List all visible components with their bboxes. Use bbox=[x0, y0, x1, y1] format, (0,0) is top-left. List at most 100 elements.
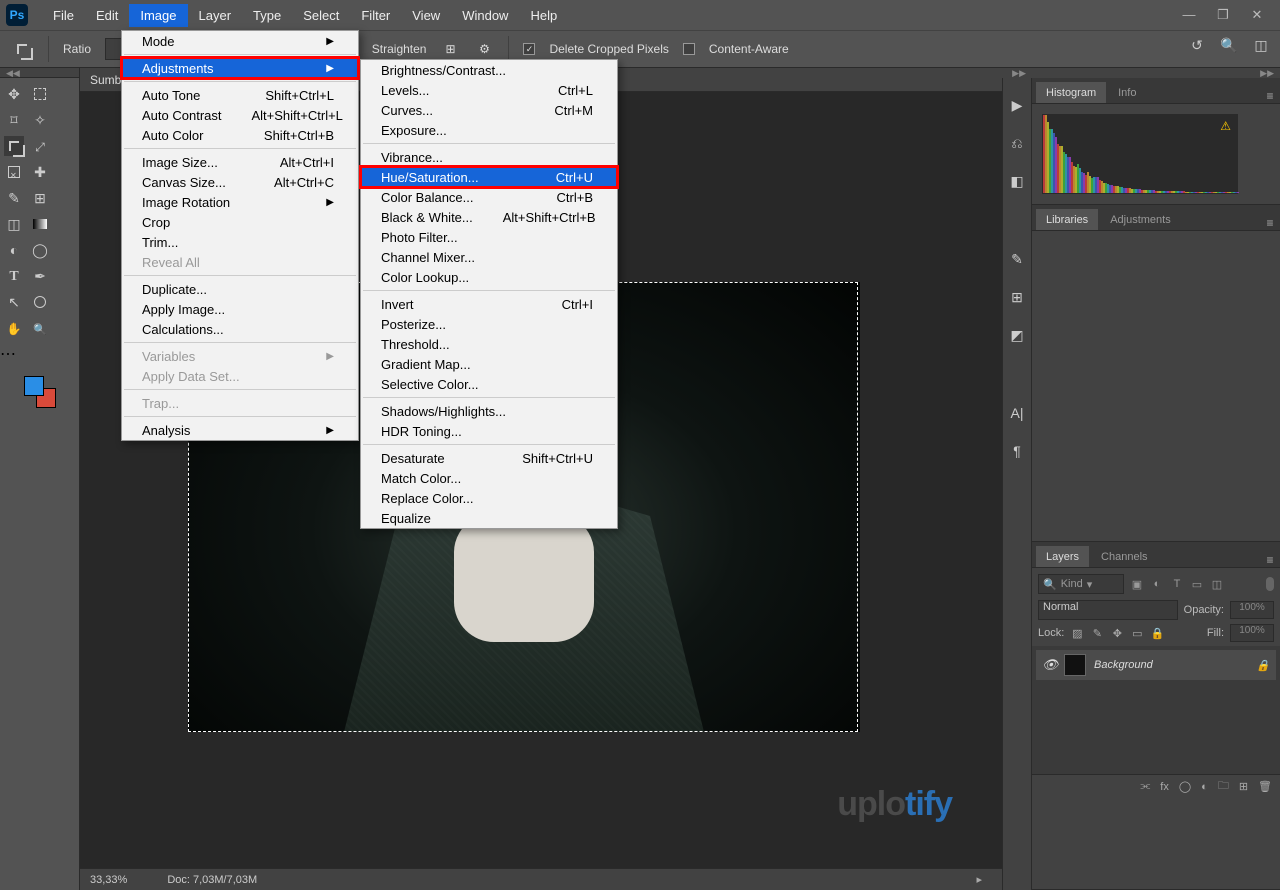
paragraph-panel-icon[interactable]: ¶ bbox=[1008, 442, 1026, 460]
menu-help[interactable]: Help bbox=[519, 4, 568, 27]
image-menu-item-image-size[interactable]: Image Size...Alt+Ctrl+I bbox=[122, 152, 358, 172]
brush-tool[interactable] bbox=[4, 188, 24, 208]
foreground-color-swatch[interactable] bbox=[24, 376, 44, 396]
zoom-tool[interactable] bbox=[30, 318, 50, 338]
pen-tool[interactable] bbox=[30, 266, 50, 286]
hand-tool[interactable] bbox=[4, 318, 24, 338]
character-panel-icon[interactable]: A| bbox=[1008, 404, 1026, 422]
adjust-menu-item-desaturate[interactable]: DesaturateShift+Ctrl+U bbox=[361, 448, 617, 468]
filter-type-icon[interactable]: T bbox=[1170, 577, 1184, 591]
adjustment-layer-icon[interactable]: ◐ bbox=[1201, 781, 1208, 793]
panels-collapse[interactable]: ▶▶ bbox=[1032, 68, 1280, 78]
adjust-menu-item-hue-saturation[interactable]: Hue/Saturation...Ctrl+U bbox=[361, 167, 617, 187]
tab-adjustments[interactable]: Adjustments bbox=[1100, 209, 1181, 230]
filter-toggle[interactable] bbox=[1266, 577, 1274, 591]
lock-all-icon[interactable]: 🔒 bbox=[1150, 626, 1164, 640]
adjust-menu-item-vibrance[interactable]: Vibrance... bbox=[361, 147, 617, 167]
clone-tool[interactable] bbox=[30, 188, 50, 208]
menu-view[interactable]: View bbox=[401, 4, 451, 27]
edit-toolbar[interactable]: ⋯ bbox=[0, 344, 79, 364]
adjust-menu-item-photo-filter[interactable]: Photo Filter... bbox=[361, 227, 617, 247]
tab-layers[interactable]: Layers bbox=[1036, 546, 1089, 567]
workspace-switcher-icon[interactable]: ◫ bbox=[1252, 36, 1270, 54]
minimize-button[interactable]: — bbox=[1182, 7, 1196, 23]
adjust-menu-item-gradient-map[interactable]: Gradient Map... bbox=[361, 354, 617, 374]
blend-mode-select[interactable]: Normal bbox=[1038, 600, 1178, 620]
panel-menu-icon[interactable]: ≡ bbox=[1260, 89, 1280, 103]
image-menu-item-auto-contrast[interactable]: Auto ContrastAlt+Shift+Ctrl+L bbox=[122, 105, 358, 125]
lock-transparency-icon[interactable]: ▨ bbox=[1070, 626, 1084, 640]
image-menu-item-auto-tone[interactable]: Auto ToneShift+Ctrl+L bbox=[122, 85, 358, 105]
adjust-menu-item-channel-mixer[interactable]: Channel Mixer... bbox=[361, 247, 617, 267]
menu-type[interactable]: Type bbox=[242, 4, 292, 27]
delete-cropped-checkbox[interactable]: ✓ bbox=[523, 43, 535, 55]
toolbox-collapse[interactable]: ◀◀ bbox=[0, 68, 79, 78]
layer-fx-icon[interactable]: fx bbox=[1160, 781, 1169, 793]
close-button[interactable]: ✕ bbox=[1250, 7, 1264, 23]
image-menu-item-crop[interactable]: Crop bbox=[122, 212, 358, 232]
properties-panel-icon[interactable]: ◧ bbox=[1008, 172, 1026, 190]
tab-info[interactable]: Info bbox=[1108, 82, 1146, 103]
image-menu-item-adjustments[interactable]: Adjustments▶ bbox=[122, 58, 358, 78]
layer-thumbnail[interactable] bbox=[1064, 654, 1086, 676]
layer-filter-kind[interactable]: 🔍 Kind ▾ bbox=[1038, 574, 1124, 594]
layer-row[interactable]: 👁 Background 🔒 bbox=[1036, 650, 1276, 680]
gradient-tool[interactable] bbox=[30, 214, 50, 234]
visibility-icon[interactable]: 👁 bbox=[1042, 657, 1056, 673]
menu-file[interactable]: File bbox=[42, 4, 85, 27]
image-menu-item-calculations[interactable]: Calculations... bbox=[122, 319, 358, 339]
type-tool[interactable] bbox=[4, 266, 24, 286]
eyedropper-tool[interactable] bbox=[30, 136, 50, 156]
adjust-menu-item-posterize[interactable]: Posterize... bbox=[361, 314, 617, 334]
adjust-menu-item-match-color[interactable]: Match Color... bbox=[361, 468, 617, 488]
tab-channels[interactable]: Channels bbox=[1091, 546, 1157, 567]
delete-layer-icon[interactable]: 🗑 bbox=[1258, 780, 1272, 793]
layer-name[interactable]: Background bbox=[1094, 659, 1153, 671]
link-layers-icon[interactable]: ⫘ bbox=[1140, 780, 1150, 793]
opacity-value[interactable]: 100% bbox=[1230, 601, 1274, 619]
move-tool[interactable] bbox=[4, 84, 24, 104]
eraser-tool[interactable] bbox=[4, 214, 24, 234]
adjust-menu-item-selective-color[interactable]: Selective Color... bbox=[361, 374, 617, 394]
current-tool-icon[interactable] bbox=[10, 37, 34, 61]
filter-pixel-icon[interactable]: ▣ bbox=[1130, 577, 1144, 591]
menu-image[interactable]: Image bbox=[129, 4, 187, 27]
adjust-menu-item-brightness-contrast[interactable]: Brightness/Contrast... bbox=[361, 60, 617, 80]
adjust-menu-item-exposure[interactable]: Exposure... bbox=[361, 120, 617, 140]
reset-view-icon[interactable]: ↺ bbox=[1188, 36, 1206, 54]
filter-adjust-icon[interactable]: ◐ bbox=[1150, 577, 1164, 591]
adjust-menu-item-color-lookup[interactable]: Color Lookup... bbox=[361, 267, 617, 287]
image-menu-item-apply-image[interactable]: Apply Image... bbox=[122, 299, 358, 319]
adjust-menu-item-levels[interactable]: Levels...Ctrl+L bbox=[361, 80, 617, 100]
actions-panel-icon[interactable]: ▶ bbox=[1008, 96, 1026, 114]
history-panel-icon[interactable]: ⎌ bbox=[1008, 134, 1026, 152]
adjust-menu-item-curves[interactable]: Curves...Ctrl+M bbox=[361, 100, 617, 120]
crop-settings-icon[interactable]: ⚙ bbox=[474, 39, 494, 59]
menu-filter[interactable]: Filter bbox=[350, 4, 401, 27]
filter-shape-icon[interactable]: ▭ bbox=[1190, 577, 1204, 591]
tab-histogram[interactable]: Histogram bbox=[1036, 82, 1106, 103]
panel-menu-icon[interactable]: ≡ bbox=[1260, 553, 1280, 567]
layer-mask-icon[interactable]: ◯ bbox=[1179, 780, 1191, 793]
adjust-menu-item-shadows-highlights[interactable]: Shadows/Highlights... bbox=[361, 401, 617, 421]
marquee-tool[interactable] bbox=[30, 84, 50, 104]
lasso-tool[interactable] bbox=[4, 110, 24, 130]
frame-tool[interactable] bbox=[4, 162, 24, 182]
quick-select-tool[interactable] bbox=[30, 110, 50, 130]
adjust-menu-item-equalize[interactable]: Equalize bbox=[361, 508, 617, 528]
menu-layer[interactable]: Layer bbox=[188, 4, 243, 27]
fill-value[interactable]: 100% bbox=[1230, 624, 1274, 642]
overlay-grid-icon[interactable]: ⊞ bbox=[440, 39, 460, 59]
image-menu-item-duplicate[interactable]: Duplicate... bbox=[122, 279, 358, 299]
status-flyout-icon[interactable]: ▸ bbox=[976, 873, 982, 886]
menu-window[interactable]: Window bbox=[451, 4, 519, 27]
zoom-level[interactable]: 33,33% bbox=[90, 874, 127, 886]
adjust-menu-item-threshold[interactable]: Threshold... bbox=[361, 334, 617, 354]
content-aware-checkbox[interactable] bbox=[683, 43, 695, 55]
lock-artboard-icon[interactable]: ▭ bbox=[1130, 626, 1144, 640]
lock-position-icon[interactable]: ✥ bbox=[1110, 626, 1124, 640]
image-menu-item-analysis[interactable]: Analysis▶ bbox=[122, 420, 358, 440]
adjust-menu-item-hdr-toning[interactable]: HDR Toning... bbox=[361, 421, 617, 441]
blur-tool[interactable] bbox=[4, 240, 24, 260]
swatches-panel-icon[interactable]: ◩ bbox=[1008, 326, 1026, 344]
